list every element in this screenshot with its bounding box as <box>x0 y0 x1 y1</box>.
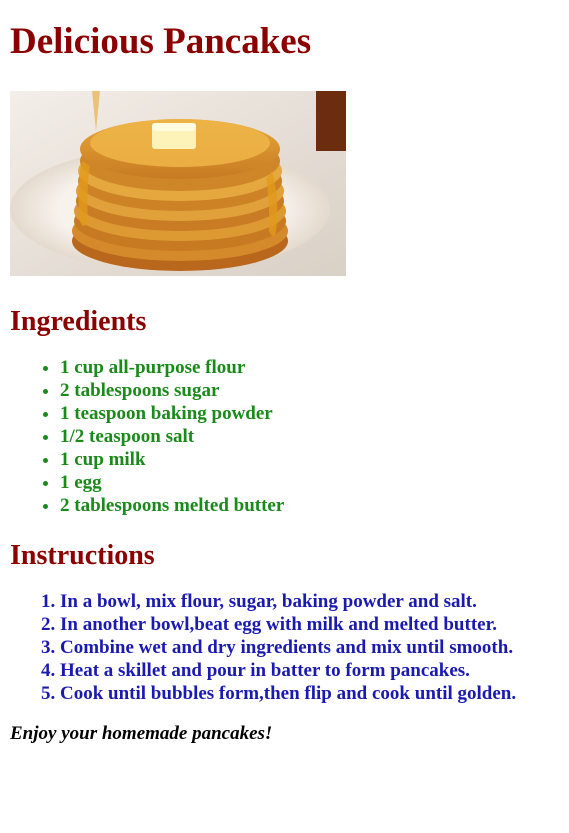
ingredient-item: 1 egg <box>60 471 559 494</box>
instructions-list: In a bowl, mix flour, sugar, baking powd… <box>10 590 559 705</box>
instructions-heading: Instructions <box>10 540 155 571</box>
page-title: Delicious Pancakes <box>10 21 312 62</box>
instruction-step: Cook until bubbles form,then flip and co… <box>60 682 559 705</box>
ingredients-list: 1 cup all-purpose flour 2 tablespoons su… <box>10 356 559 517</box>
ingredient-item: 2 tablespoons melted butter <box>60 494 559 517</box>
instruction-step: Combine wet and dry ingredients and mix … <box>60 636 559 659</box>
ingredient-item: 1 cup all-purpose flour <box>60 356 559 379</box>
ingredient-item: 2 tablespoons sugar <box>60 379 559 402</box>
ingredients-heading: Ingredients <box>10 306 147 337</box>
instruction-step: In a bowl, mix flour, sugar, baking powd… <box>60 590 559 613</box>
instruction-step: In another bowl,beat egg with milk and m… <box>60 613 559 636</box>
ingredient-item: 1 teaspoon baking powder <box>60 402 559 425</box>
ingredient-item: 1/2 teaspoon salt <box>60 425 559 448</box>
closing-note: Enjoy your homemade pancakes! <box>10 723 273 744</box>
ingredient-item: 1 cup milk <box>60 448 559 471</box>
recipe-page: Delicious Pancakes Ingredients • 1 cup a… <box>0 20 569 745</box>
pancakes-photo <box>10 91 346 276</box>
instruction-step: Heat a skillet and pour in batter to for… <box>60 659 559 682</box>
